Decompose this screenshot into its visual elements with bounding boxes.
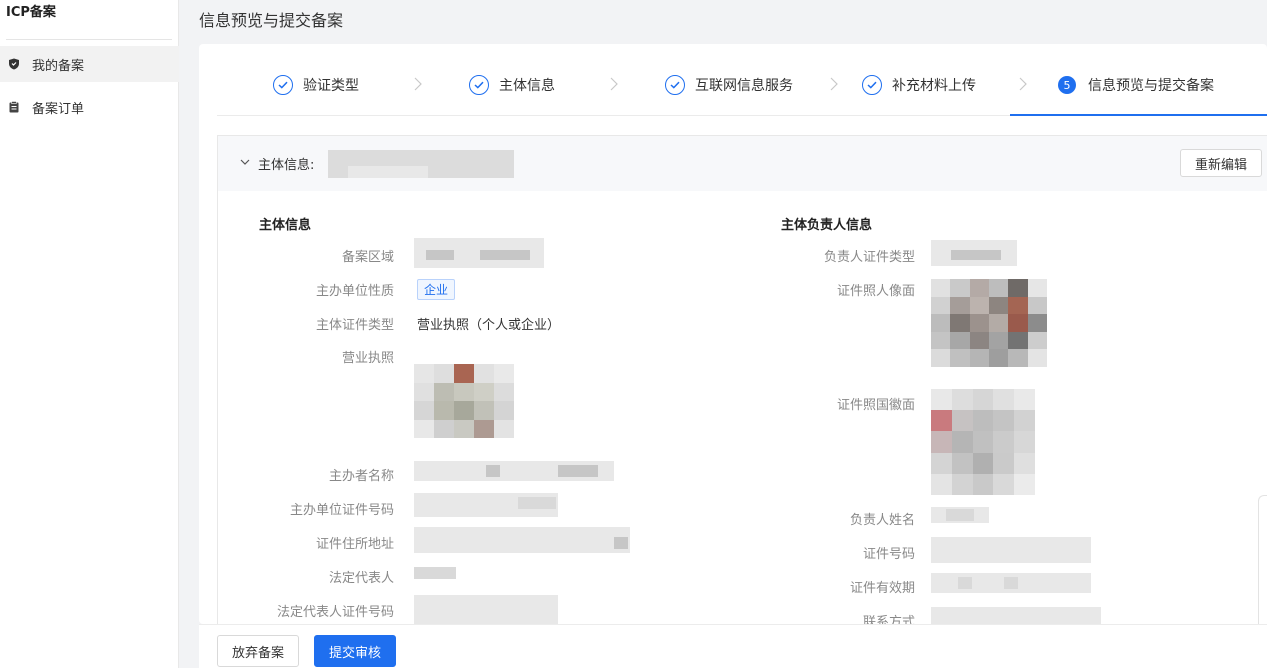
chevron-down-icon[interactable] <box>240 158 250 166</box>
submit-review-button[interactable]: 提交审核 <box>314 635 397 667</box>
step-internet-service[interactable]: 互联网信息服务 <box>665 72 793 98</box>
step-verify-type[interactable]: 验证类型 <box>273 72 359 98</box>
unit-nature-label: 主办单位性质 <box>315 284 394 299</box>
redacted-value <box>951 250 1001 260</box>
principal-section-title: 主体负责人信息 <box>781 218 873 233</box>
unit-cert-no-label: 主办单位证件号码 <box>289 503 394 518</box>
legal-rep-label: 法定代表人 <box>328 571 394 586</box>
clipboard-icon <box>8 101 20 113</box>
redacted-value <box>414 595 558 624</box>
redacted-value <box>414 527 630 553</box>
redacted-value <box>348 166 428 178</box>
subject-section-title: 主体信息 <box>259 218 312 233</box>
redacted-value <box>614 537 628 549</box>
redacted-value <box>931 537 1091 563</box>
step-label: 主体信息 <box>499 78 555 94</box>
step-label: 验证类型 <box>303 78 359 94</box>
sidebar-item-my-filings[interactable]: 我的备案 <box>0 46 179 82</box>
check-circle-icon <box>469 75 489 95</box>
license-image-thumbnail[interactable] <box>414 364 514 438</box>
steps-bar: 验证类型 主体信息 互联网信息服务 补充材料上传 5 信息预览与提交备案 <box>199 44 1267 117</box>
check-circle-icon <box>273 75 293 95</box>
step-preview-submit[interactable]: 5 信息预览与提交备案 <box>1058 72 1214 98</box>
chevron-right-icon <box>1019 77 1027 91</box>
principal-cert-no-label: 证件号码 <box>862 547 915 562</box>
step-label: 补充材料上传 <box>892 78 976 94</box>
redacted-value <box>414 567 456 579</box>
step-supplementary-upload[interactable]: 补充材料上传 <box>862 72 976 98</box>
steps-active-indicator <box>1010 114 1267 116</box>
sidebar-item-filing-orders[interactable]: 备案订单 <box>0 89 179 125</box>
cert-address-label: 证件住所地址 <box>315 537 394 552</box>
contact-label: 联系方式 <box>862 615 915 624</box>
panel-header[interactable]: 主体信息: 重新编辑 <box>218 136 1267 191</box>
legal-rep-cert-label: 法定代表人证件号码 <box>276 605 394 620</box>
check-circle-icon <box>862 75 882 95</box>
unit-nature-tag: 企业 <box>417 279 456 300</box>
app-title: ICP备案 <box>6 5 56 20</box>
id-photo-front-thumbnail[interactable] <box>931 279 1047 367</box>
chevron-right-icon <box>414 77 422 91</box>
page-title: 信息预览与提交备案 <box>199 11 344 30</box>
cert-type-label: 主体证件类型 <box>315 318 394 333</box>
redacted-value <box>1004 577 1018 589</box>
step-number: 5 <box>1058 76 1076 94</box>
redacted-value <box>558 465 598 477</box>
photo-back-label: 证件照国徽面 <box>836 398 915 413</box>
sidebar-item-label: 备案订单 <box>32 101 85 117</box>
license-label: 营业执照 <box>341 351 394 366</box>
step-label: 互联网信息服务 <box>695 78 793 94</box>
redacted-value <box>958 577 972 589</box>
cert-type-value: 营业执照（个人或企业） <box>417 318 561 333</box>
abandon-filing-button[interactable]: 放弃备案 <box>217 635 300 667</box>
reedit-button[interactable]: 重新编辑 <box>1180 149 1262 177</box>
footer-bar: 放弃备案 提交审核 <box>199 624 1267 668</box>
redacted-value <box>486 465 500 477</box>
principal-name-label: 负责人姓名 <box>849 513 915 528</box>
floating-side-panel-handle[interactable] <box>1258 495 1267 635</box>
check-circle-icon <box>665 75 685 95</box>
chevron-right-icon <box>830 77 838 91</box>
step-label: 信息预览与提交备案 <box>1088 78 1214 94</box>
principal-cert-type-label: 负责人证件类型 <box>823 250 915 265</box>
redacted-value <box>426 250 454 260</box>
redacted-value <box>946 509 974 521</box>
region-label: 备案区域 <box>341 250 394 265</box>
shield-icon <box>8 58 20 70</box>
id-photo-back-thumbnail[interactable] <box>931 389 1035 495</box>
panel-header-label: 主体信息: <box>258 158 315 173</box>
photo-front-label: 证件照人像面 <box>836 284 915 299</box>
sidebar-divider <box>6 39 172 40</box>
sponsor-name-label: 主办者名称 <box>328 469 394 484</box>
validity-label: 证件有效期 <box>849 581 915 596</box>
redacted-value <box>931 607 1101 624</box>
redacted-value <box>480 250 530 260</box>
redacted-value <box>518 497 556 509</box>
subject-info-panel: 主体信息: 重新编辑 主体信息 备案区域 主办单位性质 企业 主体证件类型 营业… <box>217 135 1267 624</box>
sidebar: ICP备案 我的备案 备案订单 <box>0 0 179 668</box>
chevron-right-icon <box>610 77 618 91</box>
sidebar-item-label: 我的备案 <box>32 58 85 74</box>
main-card: 验证类型 主体信息 互联网信息服务 补充材料上传 5 信息预览与提交备案 主体信… <box>199 44 1267 624</box>
step-subject-info[interactable]: 主体信息 <box>469 72 555 98</box>
